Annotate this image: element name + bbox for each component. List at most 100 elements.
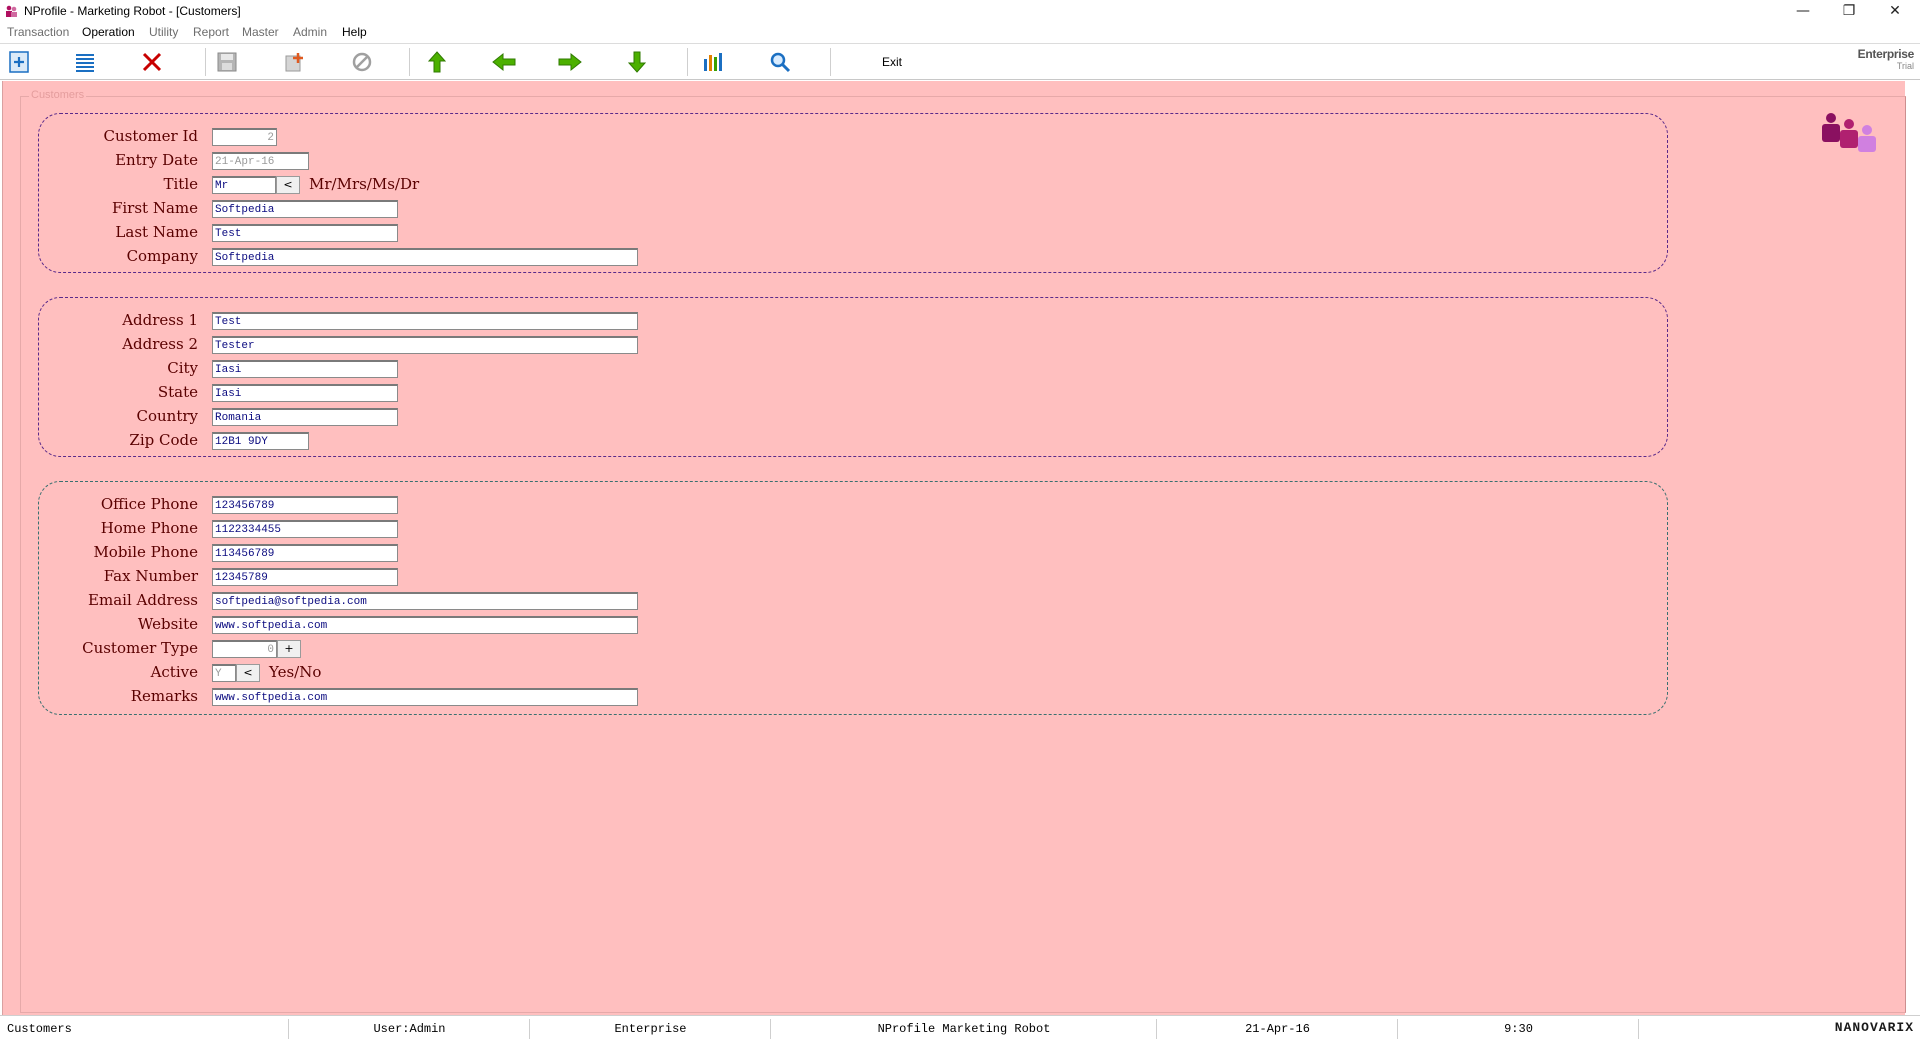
customer-id-field[interactable]: 2 [212, 128, 277, 146]
country-label: Country [136, 407, 198, 425]
status-product: NProfile Marketing Robot [772, 1019, 1157, 1039]
title-hint: Mr/Mrs/Ms/Dr [309, 175, 420, 193]
add-icon [9, 51, 29, 73]
state-label: State [157, 383, 198, 401]
website-label: Website [137, 615, 198, 633]
previous-record-icon [492, 52, 516, 72]
brand-logo: NANOVARIX [1834, 1020, 1914, 1035]
edition-name: Enterprise [1857, 47, 1915, 61]
title-field[interactable]: Mr [212, 176, 276, 194]
delete-button[interactable] [135, 47, 169, 77]
last-name-field[interactable]: Test [212, 224, 398, 242]
exit-label: Exit [881, 55, 902, 69]
company-field[interactable]: Softpedia [212, 248, 638, 266]
last-record-button[interactable] [620, 47, 654, 77]
add-button[interactable] [2, 47, 36, 77]
email-field[interactable]: softpedia@softpedia.com [212, 592, 638, 610]
minimize-button[interactable]: — [1780, 0, 1826, 22]
address1-label: Address 1 [122, 311, 198, 329]
zip-code-label: Zip Code [129, 431, 198, 449]
first-record-icon [427, 51, 447, 73]
menu-master[interactable]: Master [242, 25, 279, 39]
home-phone-label: Home Phone [100, 519, 198, 537]
chart-button[interactable] [696, 47, 730, 77]
address1-field[interactable]: Test [212, 312, 638, 330]
customer-type-add-button[interactable]: + [277, 640, 301, 658]
save-button[interactable] [210, 47, 244, 77]
main-area: Customers Customer Id 2 Entry Date 21-Ap… [0, 81, 1920, 1015]
zip-code-field[interactable]: 12B1 9DY [212, 432, 309, 450]
toolbar-separator [687, 48, 688, 76]
window-title: NProfile - Marketing Robot - [Customers] [24, 4, 241, 18]
search-button[interactable] [763, 47, 797, 77]
cancel-button[interactable] [345, 47, 379, 77]
menu-admin[interactable]: Admin [293, 25, 327, 39]
first-name-field[interactable]: Softpedia [212, 200, 398, 218]
form-panel: Customers Customer Id 2 Entry Date 21-Ap… [2, 81, 1906, 1015]
address2-label: Address 2 [122, 335, 198, 353]
state-field[interactable]: Iasi [212, 384, 398, 402]
city-field[interactable]: Iasi [212, 360, 398, 378]
email-label: Email Address [88, 591, 198, 609]
status-user: User:Admin [290, 1019, 530, 1039]
menu-transaction[interactable]: Transaction [7, 25, 69, 39]
status-time: 9:30 [1399, 1019, 1639, 1039]
menu-utility[interactable]: Utility [149, 25, 178, 39]
first-name-label: First Name [111, 199, 198, 217]
company-label: Company [126, 247, 198, 265]
active-label: Active [150, 663, 198, 681]
frame-legend: Customers [29, 89, 87, 101]
fax-number-label: Fax Number [103, 567, 198, 585]
first-record-button[interactable] [420, 47, 454, 77]
status-module: Customers [0, 1019, 289, 1039]
cancel-icon [352, 52, 372, 72]
restore-button[interactable]: ❐ [1826, 0, 1872, 22]
customer-type-field[interactable]: 0 [212, 640, 277, 658]
remarks-label: Remarks [130, 687, 198, 705]
entry-date-label: Entry Date [115, 151, 198, 169]
save-icon [217, 52, 237, 72]
app-icon [6, 5, 17, 17]
toolbar-separator [830, 48, 831, 76]
search-icon [770, 52, 791, 73]
menu-bar: Transaction Operation Utility Report Mas… [0, 24, 1920, 42]
new-icon [285, 53, 303, 72]
menu-operation[interactable]: Operation [82, 25, 135, 39]
last-name-label: Last Name [115, 223, 198, 241]
active-field[interactable]: Y [212, 664, 236, 682]
entry-date-field[interactable]: 21-Apr-16 [212, 152, 309, 170]
new-button[interactable] [277, 47, 311, 77]
previous-record-button[interactable] [487, 47, 521, 77]
office-phone-field[interactable]: 123456789 [212, 496, 398, 514]
home-phone-field[interactable]: 1122334455 [212, 520, 398, 538]
customers-group-icon [1822, 113, 1876, 152]
mobile-phone-field[interactable]: 113456789 [212, 544, 398, 562]
active-select-button[interactable]: < [236, 664, 260, 682]
next-record-button[interactable] [553, 47, 587, 77]
title-select-button[interactable]: < [276, 176, 300, 194]
toolbar-separator [409, 48, 410, 76]
active-hint: Yes/No [269, 663, 322, 681]
exit-button[interactable]: Exit [874, 47, 910, 77]
address2-field[interactable]: Tester [212, 336, 638, 354]
remarks-field[interactable]: www.softpedia.com [212, 688, 638, 706]
status-bar: Customers User:Admin Enterprise NProfile… [0, 1015, 1920, 1040]
city-label: City [167, 359, 198, 377]
edition-sub: Trial [1896, 61, 1914, 71]
close-button[interactable]: ✕ [1872, 0, 1918, 22]
toolbar-separator [205, 48, 206, 76]
toolbar: Exit [0, 43, 1920, 80]
next-record-icon [558, 52, 582, 72]
menu-help[interactable]: Help [342, 25, 367, 39]
chart-icon [704, 53, 722, 71]
website-field[interactable]: www.softpedia.com [212, 616, 638, 634]
country-field[interactable]: Romania [212, 408, 398, 426]
last-record-icon [627, 51, 647, 73]
customer-type-label: Customer Type [82, 639, 198, 657]
mobile-phone-label: Mobile Phone [93, 543, 198, 561]
status-date: 21-Apr-16 [1158, 1019, 1398, 1039]
menu-report[interactable]: Report [193, 25, 229, 39]
list-button[interactable] [68, 47, 102, 77]
customer-id-label: Customer Id [103, 127, 198, 145]
fax-number-field[interactable]: 12345789 [212, 568, 398, 586]
